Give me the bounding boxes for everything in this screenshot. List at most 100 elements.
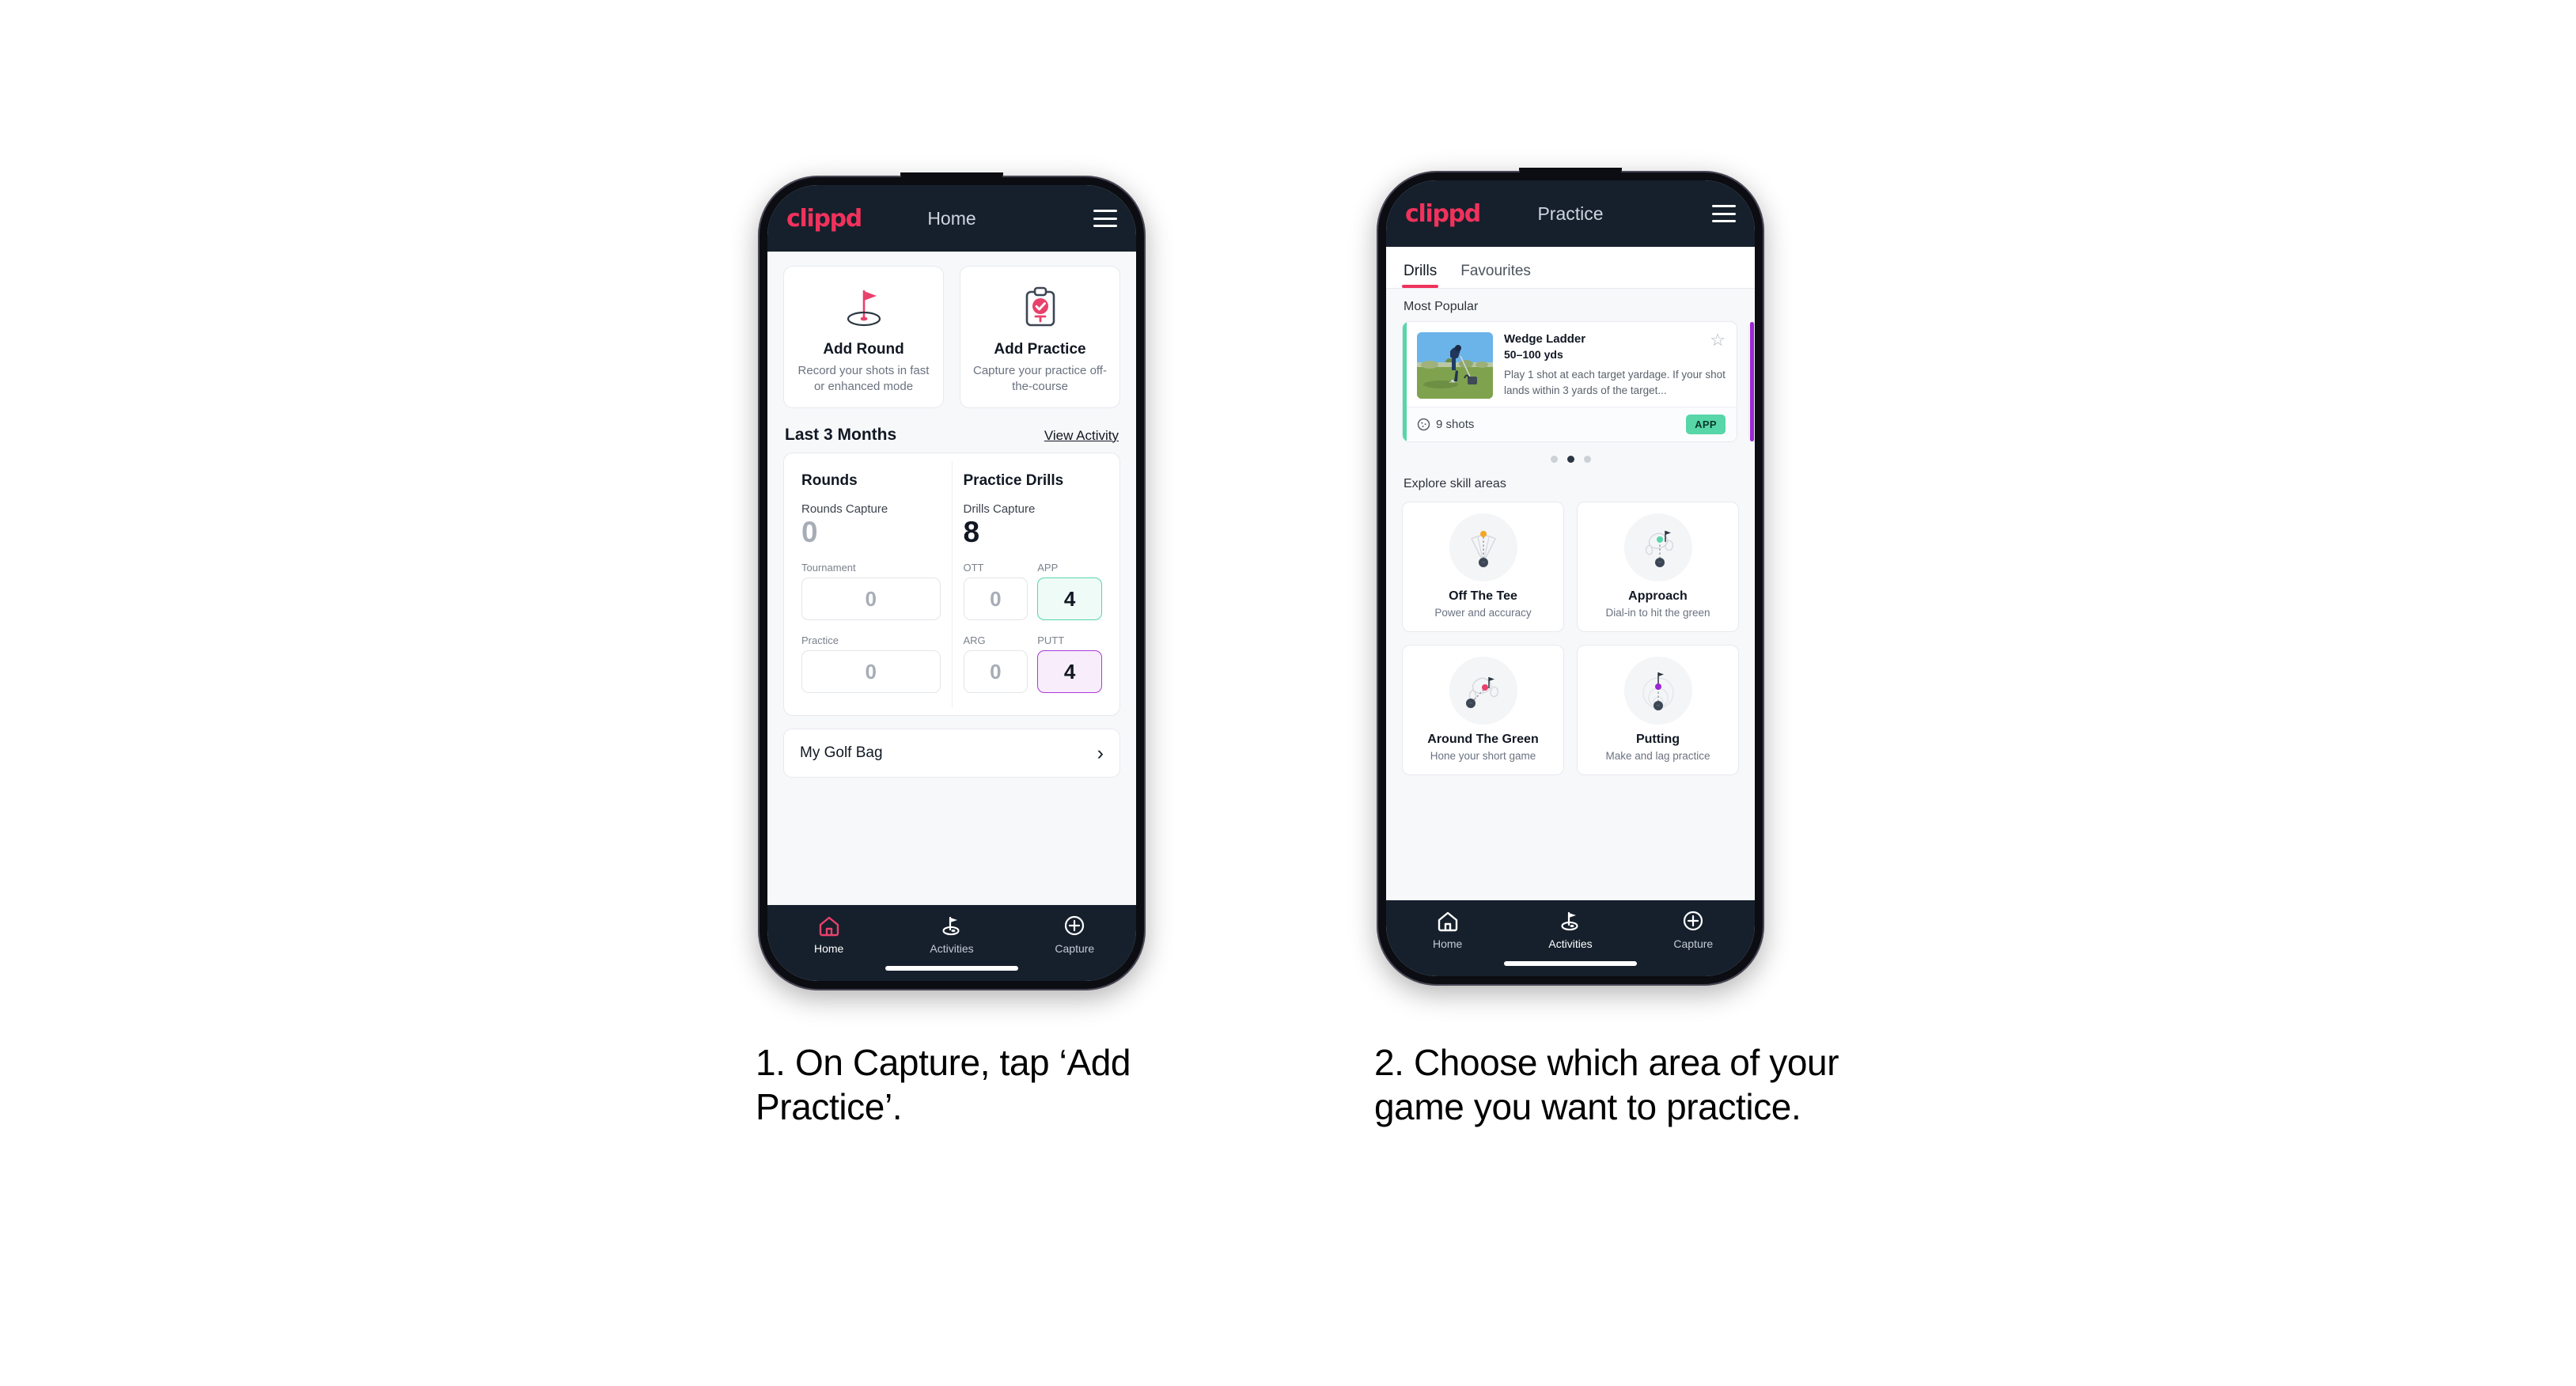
drill-stat-ott: OTT 0 — [963, 562, 1029, 621]
nav-item-capture[interactable]: Capture — [1632, 910, 1755, 950]
star-outline-icon[interactable]: ☆ — [1710, 331, 1726, 349]
tournament-value[interactable]: 0 — [801, 578, 941, 621]
drill-accent-bar — [1403, 322, 1407, 441]
add-practice-subtitle: Capture your practice off-the-course — [973, 364, 1107, 393]
skill-sub: Hone your short game — [1430, 750, 1536, 762]
last-3-months-header: Last 3 Months View Activity — [767, 421, 1136, 453]
caption-step-one: 1. On Capture, tap ‘Add Practice’. — [756, 1042, 1131, 1128]
nav-item-activities[interactable]: Activities — [890, 915, 1013, 955]
golf-flag-icon — [1561, 911, 1578, 931]
phone2-app-bar: clippd Practice — [1386, 180, 1755, 247]
clippd-logo: clippd — [1405, 199, 1481, 228]
tab-drills[interactable]: Drills — [1401, 263, 1439, 288]
add-practice-card[interactable]: Add Practice Capture your practice off-t… — [960, 266, 1120, 408]
explore-skill-areas-label: Explore skill areas — [1404, 477, 1506, 490]
add-round-subtitle: Record your shots in fast or enhanced mo… — [797, 364, 930, 393]
nav-item-capture[interactable]: Capture — [1013, 915, 1136, 955]
phone1-bottom-nav: Home Activities Capture — [767, 905, 1136, 981]
phone1-content: Add Round Record your shots in fast or e… — [767, 252, 1136, 905]
drill-stat-putt: PUTT 4 — [1037, 634, 1102, 694]
ott-value[interactable]: 0 — [963, 578, 1029, 621]
nav-item-home[interactable]: Home — [767, 915, 890, 955]
drills-heading: Practice Drills — [963, 471, 1064, 489]
rounds-heading: Rounds — [801, 471, 858, 489]
nav-activities-label: Activities — [1548, 937, 1593, 950]
drill-description: Play 1 shot at each target yardage. If y… — [1504, 369, 1726, 396]
skill-card-off-the-tee[interactable]: Off The Tee Power and accuracy — [1402, 502, 1564, 632]
drill-yardage: 50–100 yds — [1504, 348, 1563, 361]
drills-column: Practice Drills Drills Capture 8 OTT 0 A… — [951, 460, 1114, 708]
skill-name: Approach — [1628, 589, 1688, 603]
nav-capture-label: Capture — [1673, 937, 1714, 950]
next-card-accent — [1750, 322, 1754, 441]
home-icon — [819, 916, 839, 937]
my-golf-bag-row[interactable]: My Golf Bag › — [783, 729, 1120, 778]
skill-sub: Power and accuracy — [1434, 607, 1532, 619]
clippd-logo: clippd — [786, 204, 862, 233]
drill-card-top: Wedge Ladder 50–100 yds Play 1 shot at e… — [1403, 322, 1737, 407]
skill-name: Off The Tee — [1449, 589, 1517, 603]
drills-row-2: ARG 0 PUTT 4 — [963, 634, 1102, 694]
plus-circle-icon — [1684, 911, 1703, 931]
arg-value[interactable]: 0 — [963, 650, 1029, 694]
caption-step-two: 2. Choose which area of your game you wa… — [1374, 1042, 1839, 1128]
arg-label: ARG — [963, 634, 986, 647]
putting-icon — [1623, 657, 1692, 725]
carousel-dots — [1386, 442, 1755, 466]
practice-value[interactable]: 0 — [801, 650, 941, 694]
carousel-dot-active[interactable] — [1566, 456, 1574, 463]
clipboard-check-tee-icon — [1020, 282, 1061, 333]
putt-value[interactable]: 4 — [1037, 650, 1102, 694]
app-value[interactable]: 4 — [1037, 578, 1102, 621]
rounds-capture-value: 0 — [801, 515, 818, 548]
approach-icon — [1623, 513, 1692, 581]
drill-shots: 9 shots — [1417, 418, 1474, 431]
rounds-column: Rounds Rounds Capture 0 Tournament 0 Pra… — [790, 461, 952, 708]
rounds-tournament-row: Tournament 0 — [801, 562, 941, 621]
skill-card-around-the-green[interactable]: Around The Green Hone your short game — [1402, 645, 1564, 775]
quick-actions: Add Round Record your shots in fast or e… — [767, 252, 1136, 421]
add-round-card[interactable]: Add Round Record your shots in fast or e… — [783, 266, 944, 408]
drill-shots-label: 9 shots — [1436, 418, 1475, 431]
drill-stat-arg: ARG 0 — [963, 634, 1029, 694]
home-icon — [1438, 911, 1457, 932]
nav-item-activities[interactable]: Activities — [1509, 910, 1631, 950]
carousel-dot[interactable] — [1550, 456, 1558, 463]
stats-panel: Rounds Rounds Capture 0 Tournament 0 Pra… — [783, 452, 1120, 717]
skill-areas-grid: Off The Tee Power and accuracy Approach … — [1386, 498, 1755, 775]
add-round-title: Add Round — [823, 341, 904, 358]
app-label: APP — [1037, 562, 1059, 574]
nav-capture-label: Capture — [1055, 942, 1095, 955]
home-indicator — [1504, 961, 1637, 966]
hamburger-icon[interactable] — [1712, 205, 1736, 222]
carousel-dot[interactable] — [1583, 456, 1591, 463]
off-the-tee-icon — [1449, 513, 1517, 581]
skill-card-putting[interactable]: Putting Make and lag practice — [1577, 645, 1739, 775]
skill-sub: Make and lag practice — [1605, 750, 1710, 762]
tab-favourites[interactable]: Favourites — [1460, 263, 1531, 288]
skill-card-approach[interactable]: Approach Dial-in to hit the green — [1577, 502, 1739, 632]
rounds-practice-row: Practice 0 — [801, 634, 941, 694]
device-notch — [1519, 168, 1622, 175]
nav-home-label: Home — [1432, 937, 1463, 950]
home-indicator — [885, 966, 1018, 971]
my-golf-bag-label: My Golf Bag — [800, 744, 883, 762]
putt-label: PUTT — [1037, 634, 1065, 647]
nav-home-label: Home — [813, 942, 844, 955]
view-activity-link[interactable]: View Activity — [1044, 428, 1119, 444]
phone1-screen: clippd Home Add Round Record your shots … — [767, 185, 1136, 981]
skill-sub: Dial-in to hit the green — [1605, 607, 1710, 619]
page-root: clippd Home Add Round Record your shots … — [0, 0, 2576, 1386]
nav-item-home[interactable]: Home — [1386, 910, 1509, 950]
device-notch — [900, 172, 1003, 180]
drill-thumbnail — [1417, 332, 1493, 399]
drill-category-badge: APP — [1686, 415, 1726, 434]
drills-row-1: OTT 0 APP 4 — [963, 562, 1102, 621]
drills-capture-value: 8 — [963, 515, 980, 548]
phone2-bottom-nav: Home Activities Capture — [1386, 900, 1755, 976]
drill-name: Wedge Ladder — [1504, 332, 1586, 346]
drill-card-wedge-ladder[interactable]: Wedge Ladder 50–100 yds Play 1 shot at e… — [1402, 321, 1737, 442]
hamburger-icon[interactable] — [1093, 210, 1117, 227]
next-card-peek[interactable] — [1748, 321, 1755, 442]
rounds-tournament: Tournament 0 — [801, 562, 941, 621]
